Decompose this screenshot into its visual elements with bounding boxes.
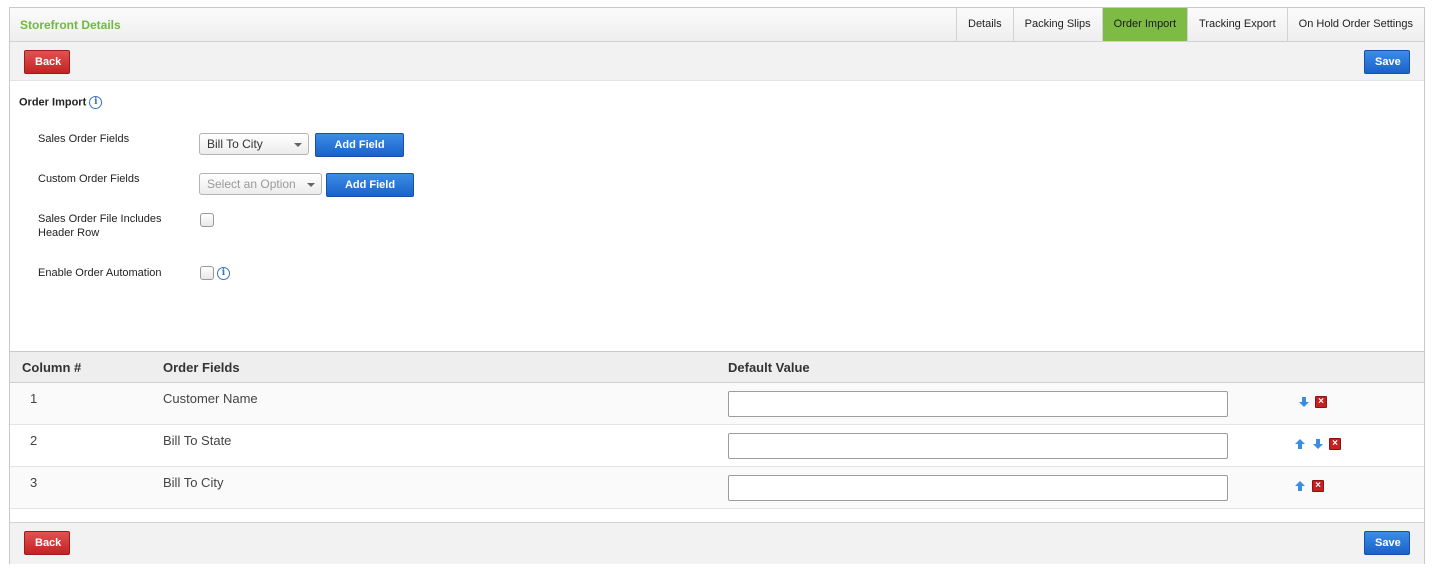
- page-title: Storefront Details: [20, 18, 121, 32]
- default-value-input[interactable]: [728, 391, 1228, 417]
- row-field-name: Bill To State: [163, 433, 232, 448]
- header-row-label-line1: Sales Order File Includes: [38, 213, 162, 225]
- row-field-name: Customer Name: [163, 391, 258, 406]
- row-field-name: Bill To City: [163, 475, 224, 490]
- table-row: 2 Bill To State ×: [10, 425, 1424, 467]
- order-fields-table: Column # Order Fields Default Value 1 Cu…: [10, 351, 1424, 522]
- arrow-down-icon[interactable]: [1298, 396, 1310, 408]
- arrow-up-icon[interactable]: [1294, 438, 1306, 450]
- table-row: 3 Bill To City ×: [10, 467, 1424, 509]
- chevron-down-icon: [294, 143, 302, 147]
- footer-save-button[interactable]: Save: [1364, 531, 1410, 555]
- row-number: 2: [30, 433, 38, 448]
- column-header-number: Column #: [22, 360, 82, 375]
- header-row-checkbox[interactable]: [200, 213, 214, 227]
- info-icon[interactable]: i: [217, 267, 230, 280]
- sales-order-fields-label: Sales Order Fields: [38, 133, 130, 145]
- header-row-label: Sales Order File Includes Header Row: [38, 212, 162, 240]
- header-row-label-line2: Header Row: [38, 227, 100, 239]
- save-button[interactable]: Save: [1364, 50, 1410, 74]
- tab-details[interactable]: Details: [956, 8, 1013, 41]
- sales-order-fields-select[interactable]: Bill To City: [199, 133, 309, 155]
- delete-icon[interactable]: ×: [1329, 438, 1341, 450]
- default-value-input[interactable]: [728, 433, 1228, 459]
- custom-order-fields-label: Custom Order Fields: [38, 173, 140, 185]
- add-custom-field-button[interactable]: Add Field: [326, 173, 414, 197]
- section-title: Order Import i: [19, 96, 103, 109]
- order-automation-label: Enable Order Automation: [38, 267, 162, 279]
- tab-on-hold-order-settings[interactable]: On Hold Order Settings: [1286, 8, 1424, 41]
- bottom-toolbar: Back Save: [10, 522, 1424, 564]
- tab-packing-slips[interactable]: Packing Slips: [1012, 8, 1102, 41]
- add-sales-field-button[interactable]: Add Field: [315, 133, 404, 157]
- order-automation-checkbox[interactable]: [200, 266, 214, 280]
- tab-tracking-export[interactable]: Tracking Export: [1187, 8, 1287, 41]
- back-button[interactable]: Back: [24, 50, 70, 74]
- arrow-up-icon[interactable]: [1294, 480, 1306, 492]
- table-header: Column # Order Fields Default Value: [10, 352, 1424, 383]
- column-header-order-fields: Order Fields: [163, 360, 240, 375]
- chevron-down-icon: [307, 183, 315, 187]
- sales-order-fields-selected: Bill To City: [207, 137, 263, 151]
- delete-icon[interactable]: ×: [1312, 480, 1324, 492]
- custom-order-fields-placeholder: Select an Option: [207, 177, 296, 191]
- arrow-down-icon[interactable]: [1312, 438, 1324, 450]
- delete-icon[interactable]: ×: [1315, 396, 1327, 408]
- top-toolbar: Back Save: [10, 42, 1424, 81]
- panel-header: Storefront Details Details Packing Slips…: [10, 8, 1424, 42]
- row-number: 1: [30, 391, 38, 406]
- tab-order-import[interactable]: Order Import: [1101, 8, 1188, 41]
- default-value-input[interactable]: [728, 475, 1228, 501]
- info-icon[interactable]: i: [89, 96, 103, 109]
- row-number: 3: [30, 475, 38, 490]
- custom-order-fields-select[interactable]: Select an Option: [199, 173, 322, 195]
- column-header-default-value: Default Value: [728, 360, 810, 375]
- table-row: 1 Customer Name ×: [10, 383, 1424, 425]
- storefront-panel: Storefront Details Details Packing Slips…: [9, 7, 1425, 564]
- footer-back-button[interactable]: Back: [24, 531, 70, 555]
- tab-bar: Details Packing Slips Order Import Track…: [956, 8, 1424, 41]
- section-title-text: Order Import: [19, 96, 87, 109]
